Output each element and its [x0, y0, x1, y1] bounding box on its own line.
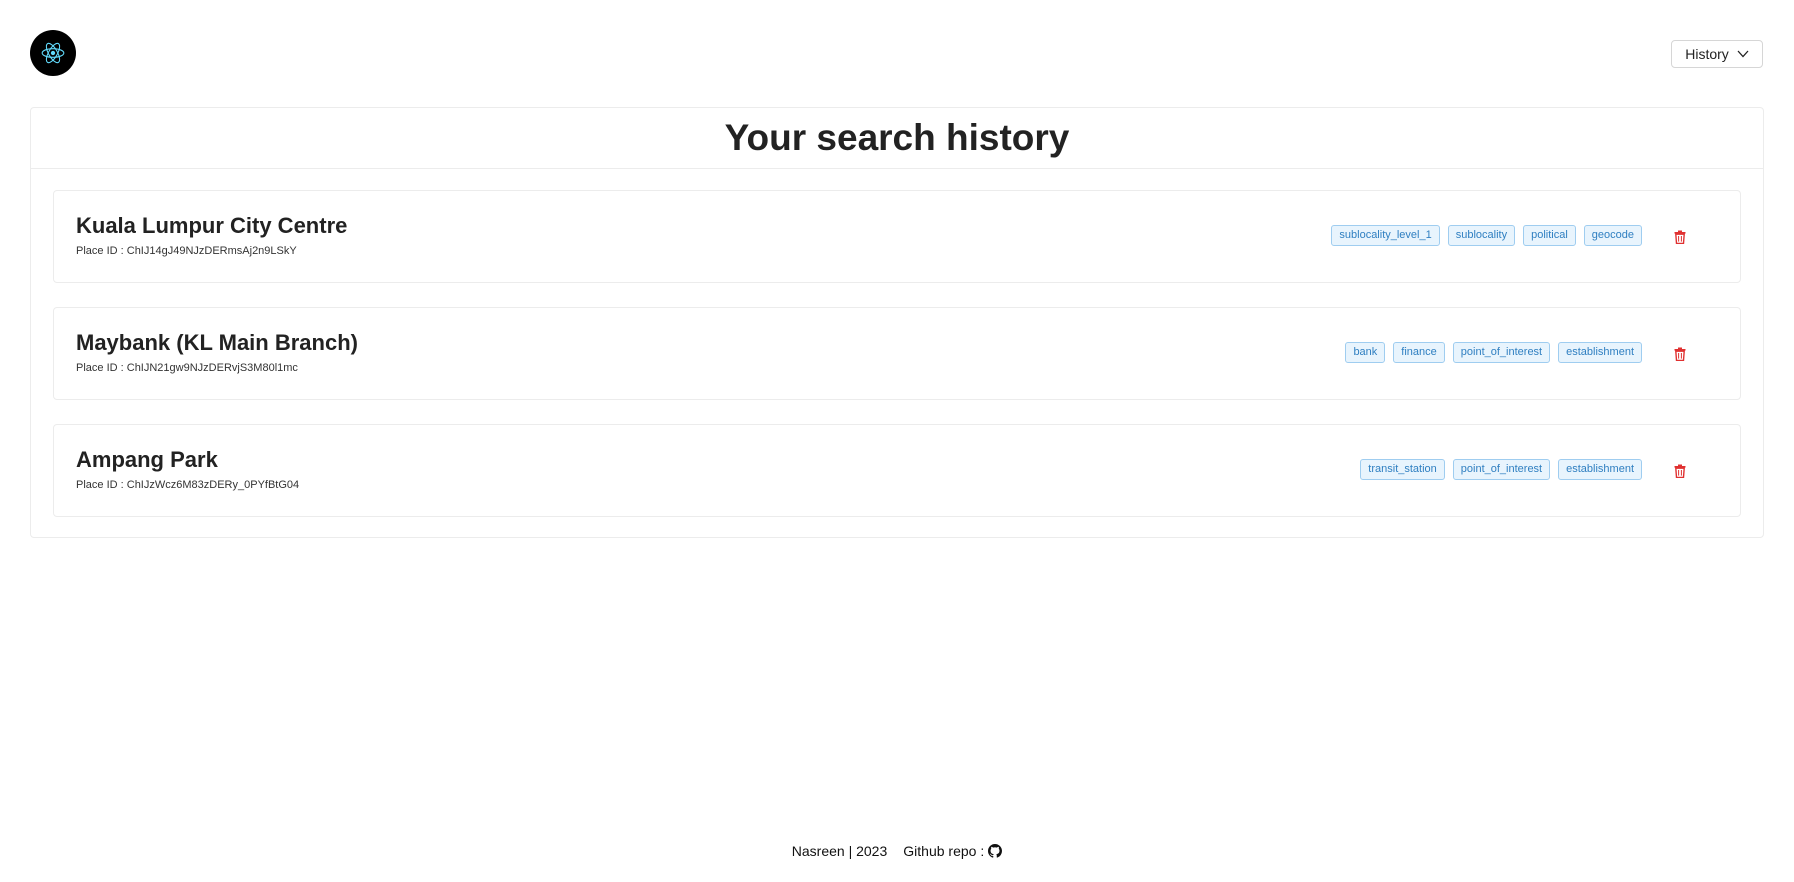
- delete-button[interactable]: [1672, 229, 1688, 245]
- place-name: Kuala Lumpur City Centre: [76, 213, 348, 238]
- trash-icon: [1674, 230, 1686, 244]
- history-item[interactable]: Kuala Lumpur City Centre Place ID : ChIJ…: [53, 190, 1741, 283]
- github-icon: [988, 844, 1003, 858]
- place-tags: sublocality_level_1 sublocality politica…: [1331, 225, 1642, 246]
- delete-button[interactable]: [1672, 463, 1688, 479]
- trash-icon: [1674, 464, 1686, 478]
- react-atom-icon: [41, 42, 65, 64]
- search-history-panel: Your search history Kuala Lumpur City Ce…: [30, 107, 1764, 538]
- delete-button[interactable]: [1672, 346, 1688, 362]
- place-id: Place ID : ChIJN21gw9NJzDERvjS3M80l1mc: [76, 362, 298, 374]
- place-name: Maybank (KL Main Branch): [76, 330, 358, 355]
- chevron-down-icon: [1737, 50, 1749, 58]
- type-tag: finance: [1393, 342, 1445, 363]
- page-footer: Nasreen | 2023 Github repo :: [0, 843, 1794, 859]
- type-tag: sublocality: [1447, 225, 1516, 246]
- type-tag: sublocality_level_1: [1331, 225, 1440, 246]
- trash-icon: [1674, 347, 1686, 361]
- type-tag: establishment: [1558, 459, 1642, 480]
- app-header: History: [0, 0, 1794, 100]
- type-tag: bank: [1345, 342, 1386, 363]
- app-logo[interactable]: [30, 30, 76, 76]
- type-tag: point_of_interest: [1452, 342, 1551, 363]
- history-dropdown-button[interactable]: History: [1671, 40, 1763, 68]
- footer-credit: Nasreen | 2023: [791, 843, 888, 859]
- type-tag: geocode: [1583, 225, 1642, 246]
- type-tag: political: [1523, 225, 1576, 246]
- history-item[interactable]: Maybank (KL Main Branch) Place ID : ChIJ…: [53, 307, 1741, 400]
- place-id: Place ID : ChIJzWcz6M83zDERy_0PYfBtG04: [76, 479, 300, 491]
- type-tag: point_of_interest: [1452, 459, 1551, 480]
- place-name: Ampang Park: [76, 447, 218, 472]
- place-tags: transit_station point_of_interest establ…: [1360, 459, 1642, 480]
- panel-header: Your search history: [31, 108, 1763, 169]
- type-tag: transit_station: [1360, 459, 1445, 480]
- repo-label: Github repo :: [903, 843, 985, 859]
- type-tag: establishment: [1558, 342, 1642, 363]
- place-id: Place ID : ChIJ14gJ49NJzDERmsAj2n9LSkY: [76, 245, 297, 257]
- github-link[interactable]: [988, 844, 1003, 858]
- place-tags: bank finance point_of_interest establish…: [1345, 342, 1642, 363]
- page-title: Your search history: [724, 117, 1070, 158]
- history-item[interactable]: Ampang Park Place ID : ChIJzWcz6M83zDERy…: [53, 424, 1741, 517]
- history-label: History: [1685, 46, 1729, 62]
